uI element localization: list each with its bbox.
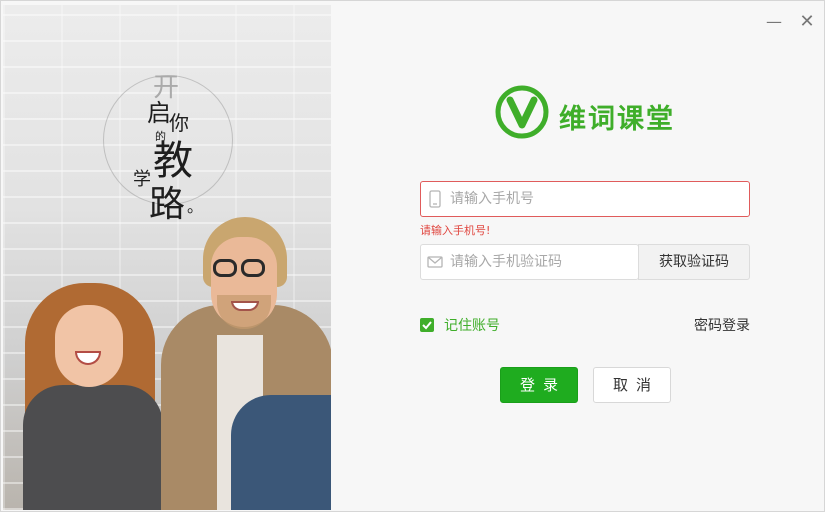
get-code-button[interactable]: 获取验证码 xyxy=(638,244,750,280)
phone-error-message: 请输入手机号! xyxy=(420,224,491,237)
slogan-char: 你 xyxy=(169,111,189,135)
checkmark-icon xyxy=(422,321,432,330)
cancel-button[interactable]: 取消 xyxy=(593,367,671,403)
password-login-link[interactable]: 密码登录 xyxy=(694,315,750,335)
remember-label: 记住账号 xyxy=(444,318,500,334)
slogan-char: 启 xyxy=(147,99,171,127)
promo-photo: 开 启 你 的 教 学 路 。 xyxy=(3,5,331,510)
phone-field xyxy=(420,181,750,217)
slogan-char: 教 xyxy=(153,138,193,184)
login-panel: — ✕ 维词课堂 请输入手机号! 获取验证码 xyxy=(331,5,823,510)
woman-body xyxy=(23,385,163,510)
login-window: 开 启 你 的 教 学 路 。 — ✕ 维词课堂 请输入手机号 请输入手机号! … xyxy=(0,0,825,512)
remember-checkbox[interactable] xyxy=(420,318,434,332)
phone-input[interactable] xyxy=(450,182,742,216)
mobile-phone-icon xyxy=(429,190,441,208)
login-button[interactable]: 登录 xyxy=(500,367,578,403)
envelope-icon xyxy=(427,256,443,268)
v-circle-logo-icon xyxy=(495,85,549,139)
slogan-char: 开 xyxy=(153,73,180,103)
minimize-button[interactable]: — xyxy=(763,11,785,33)
man-glasses-right xyxy=(241,259,265,277)
remember-account-toggle[interactable]: 记住账号 xyxy=(420,315,500,335)
man-glasses-left xyxy=(213,259,237,277)
man-jeans xyxy=(231,395,331,510)
brand-name: 维词课堂 xyxy=(559,104,675,135)
close-button[interactable]: ✕ xyxy=(796,11,818,33)
code-field xyxy=(420,244,639,280)
slogan-char: 路 xyxy=(149,184,186,225)
woman-face xyxy=(55,305,123,387)
slogan-char: 。 xyxy=(187,197,204,216)
verification-code-input[interactable] xyxy=(450,245,631,279)
